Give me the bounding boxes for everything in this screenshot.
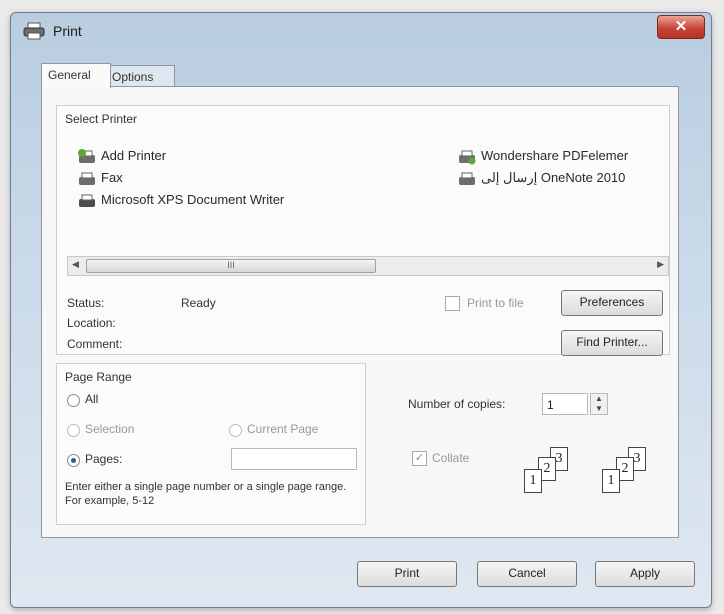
close-button[interactable]: ✕ xyxy=(657,15,705,39)
collate-page: 1 xyxy=(524,469,542,493)
cancel-button[interactable]: Cancel xyxy=(477,561,577,587)
printer-icon xyxy=(79,194,95,207)
all-label: All xyxy=(85,392,99,406)
collate-checkbox[interactable]: ✓ xyxy=(412,451,427,466)
selection-radio[interactable] xyxy=(67,424,80,437)
all-radio[interactable] xyxy=(67,394,80,407)
collate-label: Collate xyxy=(432,451,470,465)
print-button[interactable]: Print xyxy=(357,561,457,587)
pages-label: Pages: xyxy=(85,452,123,466)
print-to-file-label: Print to file xyxy=(467,296,524,310)
current-page-radio[interactable] xyxy=(229,424,242,437)
pages-radio[interactable] xyxy=(67,454,80,467)
select-printer-group: Select Printer Add Printer Fax Microsoft… xyxy=(56,105,670,356)
printer-list-scrollbar[interactable]: ◀ III ▶ xyxy=(67,256,669,276)
selection-label: Selection xyxy=(85,422,135,436)
scroll-right-icon[interactable]: ▶ xyxy=(657,259,664,270)
page-range-help: Enter either a single page number or a s… xyxy=(65,481,347,507)
printer-item-xps[interactable]: Microsoft XPS Document Writer xyxy=(77,192,284,209)
printer-item-onenote[interactable]: إرسال إلى OneNote 2010 xyxy=(457,170,625,187)
printer-label: Fax xyxy=(101,170,123,185)
print-dialog: Print ✕ General Options Select Printer A… xyxy=(10,12,712,608)
scroll-thumb[interactable]: III xyxy=(86,259,376,273)
tab-general[interactable]: General xyxy=(41,63,111,88)
collate-illustration: 3 2 1 3 2 1 xyxy=(522,447,662,507)
printer-label: Add Printer xyxy=(101,148,167,163)
comment-label: Comment: xyxy=(67,337,123,351)
status-label: Status: xyxy=(67,296,105,310)
scroll-left-icon[interactable]: ◀ xyxy=(72,259,79,270)
window-title: Print xyxy=(53,23,82,39)
fax-icon xyxy=(79,172,95,185)
printer-icon xyxy=(459,172,475,185)
printer-icon xyxy=(23,22,45,40)
find-printer-button[interactable]: Find Printer... xyxy=(561,330,663,356)
preferences-button[interactable]: Preferences xyxy=(561,290,663,316)
pages-input[interactable] xyxy=(231,448,357,470)
printer-item-add[interactable]: Add Printer xyxy=(77,148,166,165)
status-value: Ready xyxy=(181,296,216,310)
copies-input[interactable]: 1 xyxy=(542,393,588,415)
title-bar: Print ✕ xyxy=(11,13,711,49)
tab-options[interactable]: Options xyxy=(105,65,175,88)
number-of-copies-label: Number of copies: xyxy=(408,397,506,411)
printer-label: إرسال إلى OneNote 2010 xyxy=(481,170,626,185)
add-printer-icon xyxy=(78,148,95,163)
printer-item-wondershare[interactable]: Wondershare PDFelemer xyxy=(457,148,628,165)
copies-spinner[interactable]: ▲ ▼ xyxy=(590,393,608,415)
apply-button[interactable]: Apply xyxy=(595,561,695,587)
page-range-group: Page Range All Selection Current Page Pa… xyxy=(56,363,366,525)
print-to-file-checkbox[interactable] xyxy=(445,296,460,311)
spin-up-icon[interactable]: ▲ xyxy=(595,394,603,403)
close-icon: ✕ xyxy=(674,18,688,35)
spin-down-icon[interactable]: ▼ xyxy=(595,404,603,413)
collate-page: 1 xyxy=(602,469,620,493)
printer-icon xyxy=(459,150,476,165)
location-label: Location: xyxy=(67,316,116,330)
page-range-title: Page Range xyxy=(65,370,132,384)
printer-label: Wondershare PDFelemer xyxy=(481,148,629,163)
printer-label: Microsoft XPS Document Writer xyxy=(101,192,285,207)
current-page-label: Current Page xyxy=(247,422,319,436)
select-printer-title: Select Printer xyxy=(65,112,138,126)
printer-item-fax[interactable]: Fax xyxy=(77,170,123,187)
general-panel: Select Printer Add Printer Fax Microsoft… xyxy=(41,86,679,538)
